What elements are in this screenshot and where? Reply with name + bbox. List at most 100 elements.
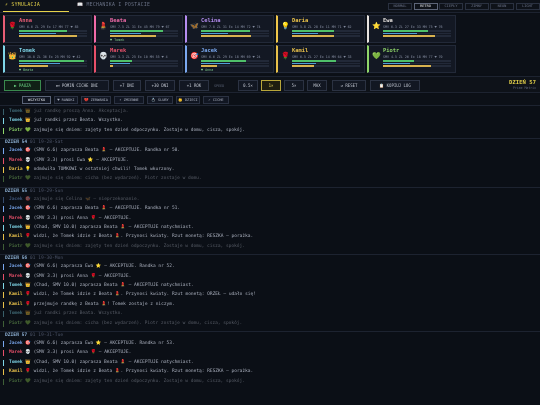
log-character-icon: 🌹: [25, 369, 31, 375]
character-card-daria[interactable]: 💡 Daria SMV 5.8 ZL 28 Ex 11 MH 71 ♥ 62: [276, 15, 365, 43]
stat-bar: [292, 60, 360, 62]
day-separator: [0, 138, 540, 140]
stat-bar: [383, 62, 451, 65]
filter-button[interactable]: 💍 ŚLUBY: [147, 96, 173, 104]
copy-log-button[interactable]: 📋 KOPIUJ LOG: [370, 80, 420, 91]
log-character-icon: 🎯: [25, 196, 31, 202]
stat-bar-fill: [19, 35, 77, 37]
filter-button[interactable]: ♥ RANDKI: [54, 96, 78, 104]
character-card-anna[interactable]: 🌹 Anna SMV 6.6 ZL 29 Ex 17 MH 77 ♥ 85: [3, 15, 92, 43]
log-character-icon: 🌹: [25, 301, 31, 307]
log-line-marker: [3, 215, 5, 222]
log-character-name: Marek: [9, 350, 23, 356]
stat-bar: [292, 65, 360, 67]
filter-button[interactable]: ⚡ ZMIENNE: [114, 96, 144, 104]
plus-7-days-button[interactable]: +7 DNI: [113, 80, 141, 91]
stat-bar-fill: [292, 32, 318, 35]
log-character-name: Tomek: [9, 283, 23, 288]
pause-button[interactable]: ▶ PAUZA: [4, 80, 41, 91]
stat-bar-fill: [383, 62, 411, 65]
speed-option-button[interactable]: 1×: [261, 80, 281, 91]
log-line-marker: [3, 127, 5, 134]
character-icon: 🌹: [281, 52, 290, 60]
character-card-piotr[interactable]: 💚 Piotr SMV 4.5 ZL 26 Ex 18 MH 77 ♥ 70: [367, 45, 456, 73]
character-card-beata[interactable]: 💄 Beata SMV 7.5 ZL 31 Ex 45 MH 79 ♥ 67 ♥ To…: [94, 15, 183, 43]
character-card-kamil[interactable]: 🌹 Kamil SMV 6.5 ZL 27 Ex 14 MH 64 ♥ 33: [276, 45, 365, 73]
plus-30-days-button[interactable]: +30 DNI: [145, 80, 175, 91]
character-stats: SMV 3.3 ZL 25 Ex 10 MH 55 ♥ 4: [110, 55, 168, 59]
theme-light-button[interactable]: LIGHT: [515, 3, 540, 10]
stat-bar: [383, 30, 451, 32]
character-card-ewa[interactable]: ⭐ Ewa SMV 6.3 ZL 27 Ex 33 MH 75 ♥ 76: [367, 15, 456, 43]
theme-neon-button[interactable]: NEON: [490, 3, 514, 10]
log-line: Piotr 💚 zajmuje się dniem: zajęty ten dz…: [9, 128, 245, 134]
log-message: (SMV 6.6) zaprasza Beata 💄 — AKCEPTUJE. …: [33, 148, 181, 154]
character-icon: 👑: [8, 52, 17, 60]
log-character-name: Tomek: [9, 311, 23, 317]
character-card-celina[interactable]: 🦋 Celina SMV 7.0 ZL 31 Ex 14 MH 72 ♥ 74: [185, 15, 274, 43]
log-message: zajmuje się dniem: cicha (bez wydarzeń).…: [33, 320, 243, 326]
log-line: Piotr 💚 zajmuje się dniem: cicha (bez wy…: [9, 321, 242, 327]
stat-bar-fill: [201, 35, 252, 37]
character-icon: 🎯: [190, 52, 199, 60]
stat-bar-fill: [110, 32, 141, 35]
filter-button[interactable]: 👶 DZIECI: [176, 96, 200, 104]
log-message: (Chad, SMV 10.0) zaprasza Beata 💄 — AKCE…: [33, 359, 194, 365]
theme-normal-button[interactable]: NORMAL: [388, 3, 412, 10]
character-name: Jacek: [201, 48, 218, 54]
log-message: odmówiła TOMKOWI w ostatniej chwili! Tom…: [33, 167, 175, 172]
theme-retro-button[interactable]: RETRO: [413, 3, 438, 10]
character-name: Piotr: [383, 48, 400, 54]
character-name: Marek: [110, 48, 127, 54]
plus-1-year-button[interactable]: +1 ROK: [179, 80, 209, 91]
stat-bar-fill: [201, 62, 230, 65]
stat-bar-fill: [19, 62, 60, 65]
filter-button[interactable]: 💔 ZERWANIA: [81, 96, 111, 104]
log-message: (SMV 3.3) prosi Anna 🌹 — AKCEPTUJE.: [33, 273, 132, 279]
log-message: zajmuje się Celina 🦋 — nieprzekonanie.: [33, 196, 140, 202]
filter-button[interactable]: WSZYSTKO: [22, 96, 51, 104]
log-character-name: Tomek: [9, 359, 23, 365]
stat-bar: [110, 35, 178, 37]
theme-zimny-button[interactable]: ZIMNY: [464, 3, 489, 10]
log-character-icon: 👑: [25, 311, 31, 317]
log-message: (Chad, SMV 10.0) zaprasza Beata 💄 — AKCE…: [33, 283, 194, 288]
stat-bar-fill: [110, 60, 133, 62]
log-line: Kamil 🌹 widzi, że Tomek idzie z Beata 💄.…: [9, 369, 253, 375]
stat-bar: [201, 60, 269, 62]
speed-option-button[interactable]: MAX: [307, 80, 327, 91]
speed-label: SPEED: [214, 84, 225, 88]
log-line-marker: [3, 118, 5, 125]
character-card-jacek[interactable]: 🎯 Jacek SMV 6.6 ZL 29 Ex 18 MH 69 ♥ 24 ♥ An…: [185, 45, 274, 73]
speed-option-button[interactable]: 0.5×: [238, 80, 258, 91]
speed-option-button[interactable]: 5×: [284, 80, 304, 91]
log-character-name: Piotr: [9, 176, 23, 182]
character-card-tomek[interactable]: 👑 Tomek SMV 10.0 ZL 36 Ex 25 MH 92 ♥ 42 ♥ B…: [3, 45, 92, 73]
character-name: Celina: [201, 18, 221, 24]
filter-button[interactable]: ✓ CICHE: [203, 96, 229, 104]
log-message: (SMV 6.6) zaprasza Beata 💄 — AKCEPTUJE. …: [33, 206, 181, 212]
log-line: Tomek 👑 już randki przez Beata. Wszystko…: [9, 118, 123, 124]
character-stats: SMV 5.8 ZL 28 Ex 11 MH 71 ♥ 62: [292, 25, 352, 29]
log-character-name: Kamil: [9, 369, 23, 375]
log-line: Tomek 👑 już randki przez Beata. Wszystko…: [9, 311, 123, 317]
stat-bar: [19, 65, 87, 67]
log-line: Kamil 🌹 widzi, że Tomek idzie z Beata 💄.…: [9, 292, 256, 298]
log-character-name: Piotr: [9, 320, 23, 326]
reset-button[interactable]: ↺ RESET: [332, 80, 366, 91]
tab-mechanics[interactable]: 📖 MECHANIKA I POSTACIE: [77, 3, 150, 8]
tab-simulation[interactable]: ⚡ SYMULACJA: [5, 3, 40, 8]
log-line-marker: [3, 148, 5, 155]
theme-ciepły-button[interactable]: CIEPŁY: [439, 3, 463, 10]
log-character-icon: 💚: [25, 320, 31, 326]
log-message: zajmuje się dniem: cicha (bez wydarzeń).…: [33, 176, 202, 182]
stat-bar-fill: [383, 32, 417, 35]
event-log[interactable]: Tomek 👑 już randkę proszą Anna. Akceptac…: [0, 107, 540, 405]
log-character-icon: 👑: [25, 225, 31, 230]
day-header: DZIEŃ 54 01 19-28-Sat: [5, 140, 63, 145]
log-character-name: Tomek: [9, 225, 23, 230]
character-card-marek[interactable]: 💀 Marek SMV 3.3 ZL 25 Ex 10 MH 55 ♥ 4: [94, 45, 183, 73]
skip-quiet-days-button[interactable]: ⏭ POMIŃ CICHE DNI: [45, 80, 109, 91]
stat-bar: [110, 32, 178, 35]
log-line: Tomek 👑 (Chad, SMV 10.0) zaprasza Beata …: [9, 225, 194, 231]
